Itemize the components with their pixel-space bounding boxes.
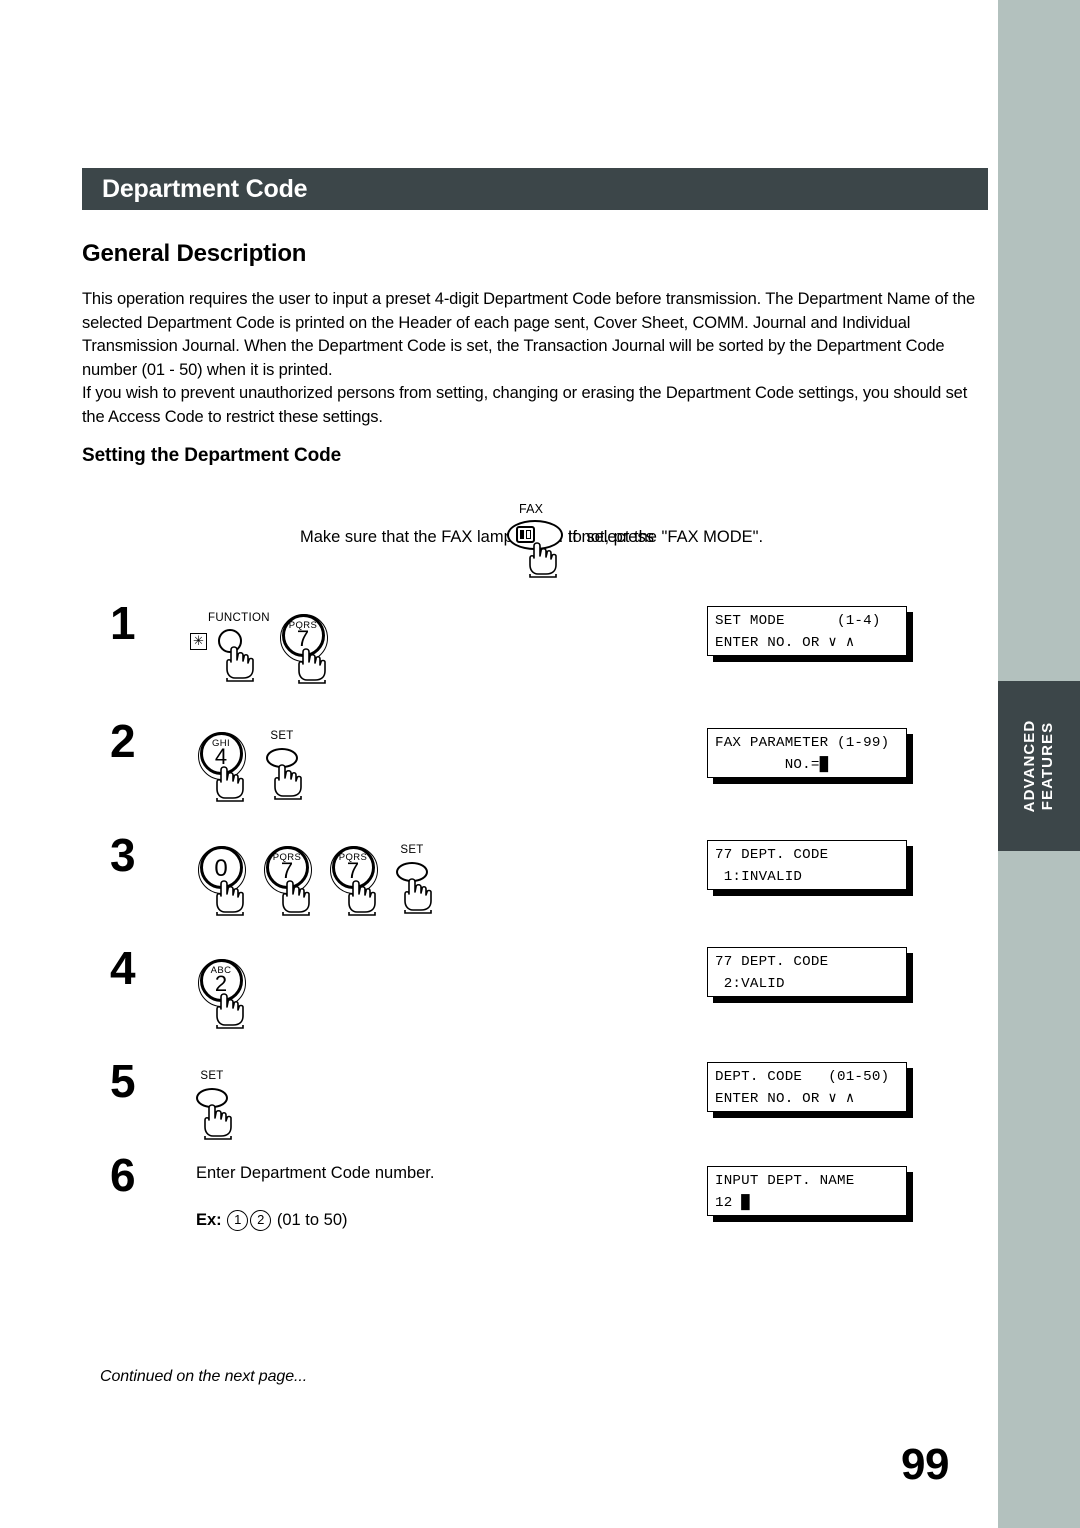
- set-key-label: SET: [400, 844, 424, 856]
- fax-machine-icon: [516, 526, 535, 543]
- setting-section-heading: Setting the Department Code: [82, 445, 342, 466]
- continued-note: Continued on the next page...: [100, 1368, 308, 1385]
- step-6-example: Ex: 12 (01 to 50): [196, 1208, 348, 1232]
- fax-instruction-after: to select the "FAX MODE".: [568, 528, 764, 546]
- lcd-display: INPUT DEPT. NAME 12 █: [707, 1166, 907, 1216]
- numeric-key-4[interactable]: GHI 4: [198, 732, 246, 802]
- step-row-4: 4 ABC 2 77 DEPT. CODE 2:VALID: [0, 945, 998, 1045]
- asterisk-icon: ✳: [190, 633, 207, 650]
- numeric-key-7-second[interactable]: PQRS 7: [330, 846, 378, 916]
- step-row-2: 2 GHI 4 SET FAX PARAMETER (1-99) NO.=█: [0, 718, 998, 818]
- lcd-line-2: 1:INVALID: [715, 869, 803, 885]
- lcd-display: 77 DEPT. CODE 2:VALID: [707, 947, 907, 997]
- lcd-line-2: ENTER NO. OR ∨ ∧: [715, 1091, 855, 1107]
- lcd-line-1: SET MODE (1-4): [715, 613, 881, 629]
- step-row-6: 6 Enter Department Code number. Ex: 12 (…: [0, 1152, 998, 1262]
- numeric-key-2[interactable]: ABC 2: [198, 959, 246, 1029]
- lcd-display: DEPT. CODE (01-50) ENTER NO. OR ∨ ∧: [707, 1062, 907, 1112]
- numeric-key-7[interactable]: PQRS 7: [280, 614, 328, 684]
- lcd-line-2: NO.=█: [715, 757, 829, 773]
- step-number: 2: [110, 715, 136, 767]
- lcd-line-2: 2:VALID: [715, 976, 785, 992]
- key-digit: 0: [214, 855, 228, 882]
- step-row-1: 1 FUNCTION ✳ PQRS 7 SET MODE (1-4) ENTER…: [0, 600, 998, 700]
- side-tab-line-2: FEATURES: [1039, 721, 1056, 811]
- step-number: 4: [110, 942, 136, 994]
- lcd-line-1: FAX PARAMETER (1-99): [715, 735, 890, 751]
- step-number: 1: [110, 597, 136, 649]
- lcd-line-1: 77 DEPT. CODE: [715, 954, 829, 970]
- set-key-cap: [196, 1088, 228, 1108]
- example-range: (01 to 50): [276, 1211, 348, 1229]
- example-digit-2: 2: [250, 1210, 272, 1231]
- set-key[interactable]: SET: [262, 730, 302, 800]
- key-digit: 7: [296, 626, 310, 651]
- step-number: 6: [110, 1149, 136, 1201]
- lcd-display: SET MODE (1-4) ENTER NO. OR ∨ ∧: [707, 606, 907, 656]
- fax-key-illustration: FAX: [505, 502, 567, 578]
- lcd-line-2: ENTER NO. OR ∨ ∧: [715, 635, 855, 651]
- paragraph-1: This operation requires the user to inpu…: [82, 290, 976, 379]
- key-digit: 7: [346, 858, 360, 883]
- example-digit-1: 1: [227, 1210, 249, 1231]
- section-title-bar: Department Code: [82, 168, 988, 210]
- general-description-body: This operation requires the user to inpu…: [82, 288, 988, 429]
- side-tab-label: ADVANCED FEATURES: [1021, 720, 1057, 813]
- set-key[interactable]: SET: [392, 844, 432, 914]
- lcd-line-1: DEPT. CODE (01-50): [715, 1069, 890, 1085]
- lcd-display: 77 DEPT. CODE 1:INVALID: [707, 840, 907, 890]
- set-key[interactable]: SET: [192, 1070, 232, 1140]
- general-description-heading: General Description: [82, 240, 307, 267]
- fax-key-label: FAX: [519, 502, 544, 516]
- numeric-key-0[interactable]: 0: [198, 846, 246, 916]
- lcd-line-2: 12 █: [715, 1195, 750, 1211]
- lcd-line-1: INPUT DEPT. NAME: [715, 1173, 855, 1189]
- key-digit: 4: [214, 744, 228, 769]
- function-key-cap: [218, 629, 242, 653]
- fax-mode-instruction: Make sure that the FAX lamp is ON. If no…: [300, 502, 920, 578]
- lcd-display: FAX PARAMETER (1-99) NO.=█: [707, 728, 907, 778]
- step-row-3: 3 0 PQRS 7 PQRS 7 SET 77 DEPT. CODE 1:IN…: [0, 832, 998, 932]
- step-number: 3: [110, 829, 136, 881]
- set-key-cap: [396, 862, 428, 882]
- function-key-label: FUNCTION: [208, 612, 270, 624]
- set-key-label: SET: [200, 1070, 224, 1082]
- page-content: Department Code General Description This…: [0, 0, 998, 1528]
- page-title: Department Code: [102, 175, 308, 203]
- key-digit: 7: [280, 858, 294, 883]
- set-key-cap: [266, 748, 298, 768]
- set-key-label: SET: [270, 730, 294, 742]
- side-tab-advanced-features: ADVANCED FEATURES: [998, 681, 1080, 851]
- side-tab-line-1: ADVANCED: [1021, 719, 1038, 813]
- page-number: 99: [901, 1440, 949, 1489]
- step-number: 5: [110, 1055, 136, 1107]
- lcd-line-1: 77 DEPT. CODE: [715, 847, 829, 863]
- step-row-5: 5 SET DEPT. CODE (01-50) ENTER NO. OR ∨ …: [0, 1058, 998, 1158]
- step-6-instruction: Enter Department Code number.: [196, 1164, 435, 1182]
- key-digit: 2: [214, 971, 228, 996]
- example-label: Ex:: [196, 1211, 222, 1229]
- numeric-key-7-first[interactable]: PQRS 7: [264, 846, 312, 916]
- function-key[interactable]: FUNCTION ✳: [190, 612, 270, 682]
- paragraph-2: If you wish to prevent unauthorized pers…: [82, 384, 968, 426]
